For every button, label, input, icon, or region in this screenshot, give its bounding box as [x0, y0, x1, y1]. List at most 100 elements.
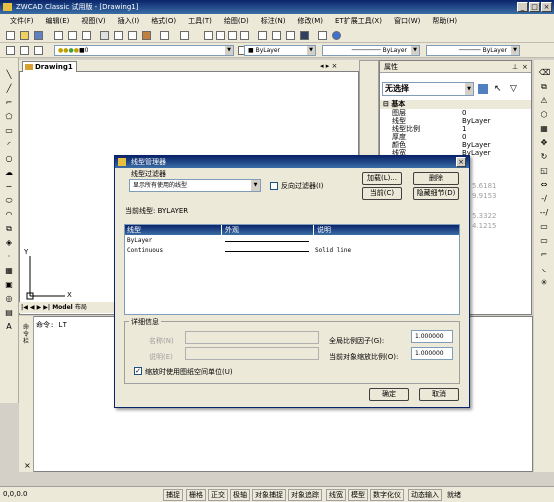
zoom-realtime-icon[interactable] — [216, 31, 225, 40]
linetype-combo[interactable]: ──────── ByLayer ▼ — [322, 45, 420, 56]
menu-help[interactable]: 帮助(H) — [432, 16, 457, 26]
menu-et-tools[interactable]: ET扩展工具(X) — [335, 16, 382, 26]
current-scale-input[interactable]: 1.000000 — [411, 347, 453, 360]
join-icon[interactable]: ▭ — [539, 236, 549, 246]
publish-icon[interactable] — [82, 31, 91, 40]
minimize-button[interactable]: _ — [517, 2, 528, 12]
design-center-icon[interactable] — [272, 31, 281, 40]
ok-button[interactable]: 确定 — [369, 388, 409, 401]
select-objects-icon[interactable]: ↖ — [494, 84, 502, 94]
tablet-toggle[interactable]: 数字化仪 — [370, 489, 404, 501]
zoom-previous-icon[interactable] — [240, 31, 249, 40]
rotate-icon[interactable]: ↻ — [539, 152, 549, 162]
close-button[interactable]: × — [541, 2, 552, 12]
explode-icon[interactable]: ✳ — [539, 278, 549, 288]
list-item[interactable]: Continuous Solid line — [125, 246, 459, 256]
polygon-icon[interactable]: ⬠ — [4, 112, 14, 122]
trim-icon[interactable]: -/ — [539, 194, 549, 204]
print-icon[interactable] — [54, 31, 63, 40]
property-row[interactable]: 线型 ByLayer — [392, 117, 531, 125]
table-icon[interactable]: ▤ — [4, 308, 14, 318]
move-icon[interactable]: ✥ — [539, 138, 549, 148]
load-button[interactable]: 加载(L)... — [362, 172, 402, 185]
calculator-icon[interactable] — [300, 31, 309, 40]
mtext-icon[interactable]: A — [4, 322, 14, 332]
line-icon[interactable]: ╲ — [4, 70, 14, 80]
menu-view[interactable]: 视图(V) — [81, 16, 105, 26]
paste-icon[interactable] — [128, 31, 137, 40]
tab-model[interactable]: Model — [52, 304, 73, 311]
close-icon[interactable]: × — [522, 61, 528, 73]
fillet-icon[interactable]: ◟ — [539, 264, 549, 274]
make-current-icon[interactable] — [34, 46, 43, 55]
quick-select-icon[interactable]: ▽ — [510, 84, 517, 94]
tab-layout[interactable]: 布局 — [75, 304, 87, 311]
hatch-icon[interactable]: ▦ — [4, 266, 14, 276]
toggle-pickadd-icon[interactable] — [478, 84, 488, 94]
command-window-handle[interactable]: 命令栏 — [19, 316, 34, 472]
cancel-button[interactable]: 取消 — [419, 388, 459, 401]
column-header-linetype[interactable]: 线型 — [127, 225, 141, 235]
list-item[interactable]: ByLayer — [125, 236, 459, 246]
delete-button[interactable]: 删除 — [413, 172, 459, 185]
preview-icon[interactable] — [68, 31, 77, 40]
revcloud-icon[interactable]: ☁ — [4, 168, 14, 178]
column-header-appearance[interactable]: 外观 — [221, 225, 239, 235]
snap-toggle[interactable]: 捕捉 — [163, 489, 183, 501]
ellipse-icon[interactable]: ⬭ — [4, 196, 14, 206]
match-properties-icon[interactable] — [142, 31, 151, 40]
region-icon[interactable]: ◎ — [4, 294, 14, 304]
redo-icon[interactable] — [180, 31, 189, 40]
filter-select[interactable]: 显示所有使用的线型 ▼ — [129, 179, 261, 192]
menu-tools[interactable]: 工具(T) — [188, 16, 212, 26]
menu-dimension[interactable]: 标注(N) — [261, 16, 286, 26]
drawing-tab[interactable]: Drawing1 — [22, 61, 77, 72]
zoom-window-icon[interactable] — [228, 31, 237, 40]
maximize-button[interactable]: □ — [529, 2, 540, 12]
osnap-toggle[interactable]: 对象捕捉 — [252, 489, 286, 501]
array-icon[interactable]: ▦ — [539, 124, 549, 134]
lineweight-toggle[interactable]: 线宽 — [326, 489, 346, 501]
gradient-icon[interactable]: ▣ — [4, 280, 14, 290]
menu-modify[interactable]: 修改(M) — [297, 16, 323, 26]
undo-icon[interactable] — [160, 31, 169, 40]
hide-details-button[interactable]: 隐藏细节(D) — [413, 187, 459, 200]
layer-combo[interactable]: ●●●●■0 ▼ — [54, 45, 234, 56]
dynamic-input-toggle[interactable]: 动态输入 — [408, 489, 442, 501]
construction-line-icon[interactable]: ╱ — [4, 84, 14, 94]
circle-icon[interactable]: ○ — [4, 154, 14, 164]
linetype-list[interactable]: 线型 外观 说明 ByLayer Continuous Solid line — [124, 224, 460, 315]
pin-icon[interactable]: ⊥ — [512, 61, 518, 73]
current-button[interactable]: 当前(C) — [362, 187, 402, 200]
copy-object-icon[interactable]: ⧉ — [539, 82, 549, 92]
column-header-description[interactable]: 说明 — [313, 225, 331, 235]
mirror-icon[interactable]: ⚠ — [539, 96, 549, 106]
close-icon[interactable]: × — [24, 461, 31, 470]
property-row[interactable]: 颜色 ByLayer — [392, 141, 531, 149]
otrack-toggle[interactable]: 对象追踪 — [288, 489, 322, 501]
global-scale-input[interactable]: 1.000000 — [411, 330, 453, 343]
point-icon[interactable]: · — [4, 252, 14, 262]
tab-nav-arrows[interactable]: |◀ ◀ ▶ ▶| — [21, 304, 50, 311]
arc-icon[interactable]: ◜ — [4, 140, 14, 150]
menu-file[interactable]: 文件(F) — [10, 16, 34, 26]
menu-draw[interactable]: 绘图(D) — [224, 16, 249, 26]
spline-icon[interactable]: ∽ — [4, 182, 14, 192]
menu-window[interactable]: 窗口(W) — [394, 16, 420, 26]
tool-palette-icon[interactable] — [286, 31, 295, 40]
chamfer-icon[interactable]: ⌐ — [539, 250, 549, 260]
pan-icon[interactable] — [204, 31, 213, 40]
break-icon[interactable]: ▭ — [539, 222, 549, 232]
insert-block-icon[interactable]: ⧉ — [4, 224, 14, 234]
selection-combo[interactable]: 无选择 ▼ — [382, 82, 474, 96]
menu-insert[interactable]: 插入(I) — [118, 16, 140, 26]
color-combo[interactable]: ■ ByLayer ▼ — [244, 45, 316, 56]
ortho-toggle[interactable]: 正交 — [208, 489, 228, 501]
stretch-icon[interactable]: ⇔ — [539, 180, 549, 190]
extend-icon[interactable]: --/ — [539, 208, 549, 218]
layer-previous-icon[interactable] — [20, 46, 29, 55]
cut-icon[interactable] — [100, 31, 109, 40]
polar-toggle[interactable]: 极轴 — [230, 489, 250, 501]
basic-group-header[interactable]: ⊟ 基本 — [380, 100, 531, 109]
find-icon[interactable] — [318, 31, 327, 40]
